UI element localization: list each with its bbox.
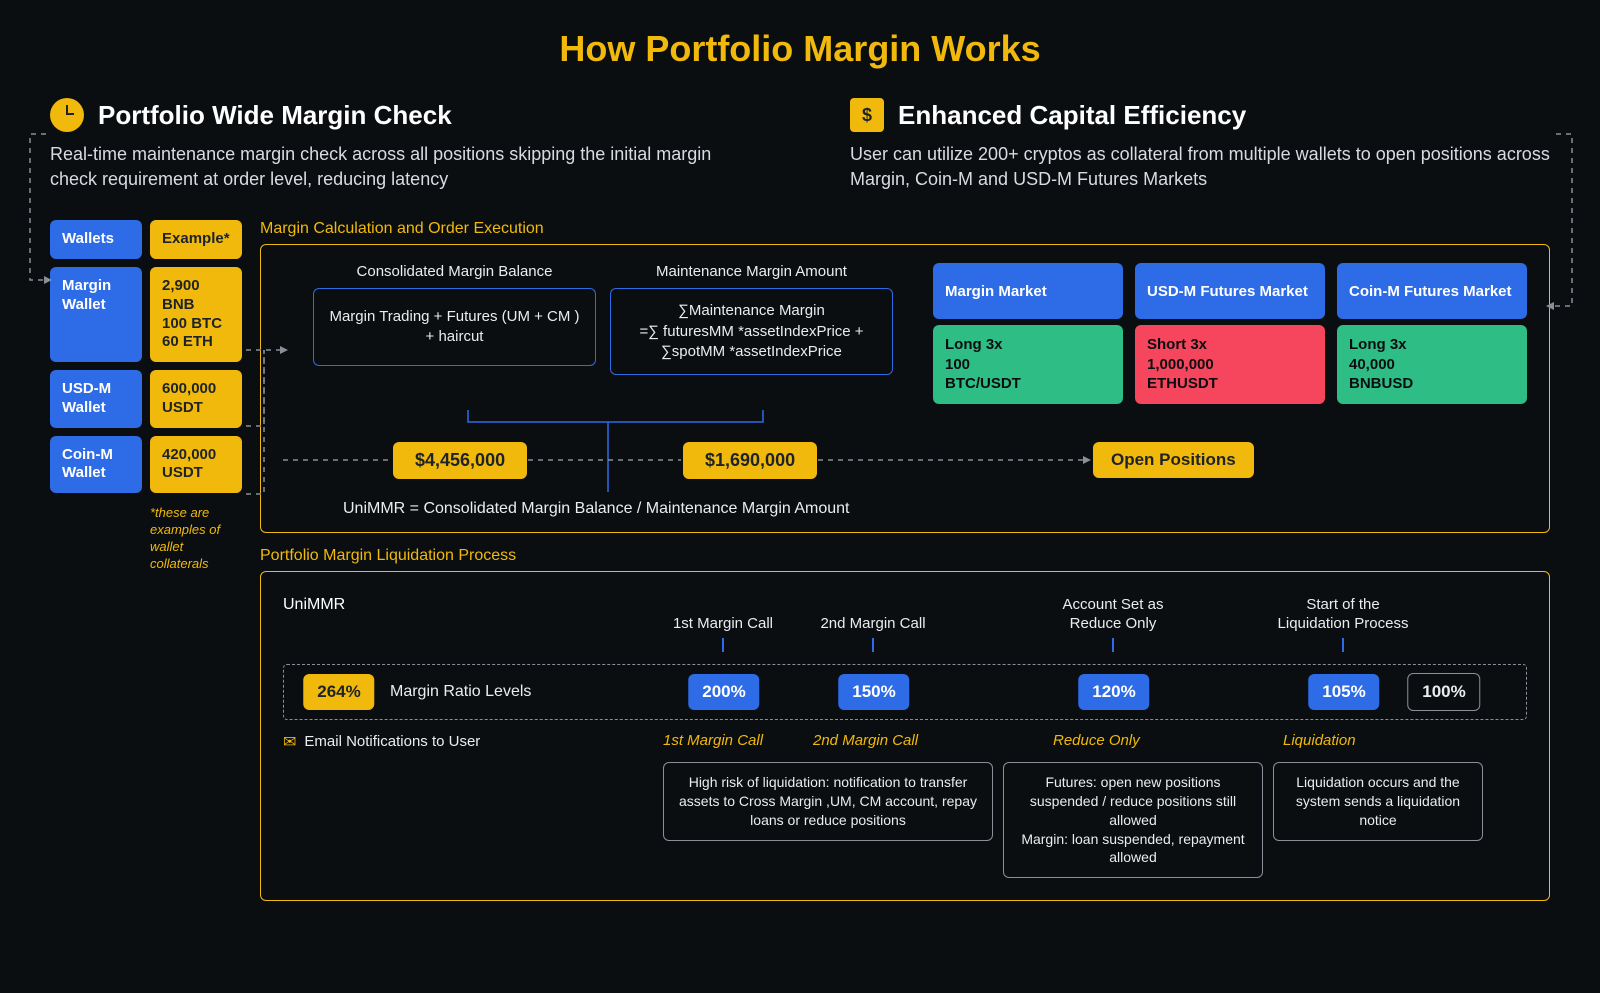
intro-row: Portfolio Wide Margin Check Real-time ma… <box>50 98 1550 192</box>
ratio-box: Margin Ratio Levels 264% 200% 150% 120% 105%… <box>283 664 1527 720</box>
annot-2: 2nd Margin Call <box>813 732 918 749</box>
liq-stages: UniMMR 1st Margin Call2nd Margin Call Acc… <box>283 592 1527 652</box>
ratio-pill-5: 100% <box>1407 673 1480 711</box>
annot-3: Reduce Only <box>1053 732 1140 749</box>
wallet-usdm: USD-M Wallet <box>50 370 142 428</box>
wallet-margin-example: 2,900 BNB 100 BTC 60 ETH <box>150 267 242 362</box>
market-1-position: Short 3x 1,000,000 ETHUSDT <box>1135 325 1325 404</box>
market-2-name: Coin-M Futures Market <box>1337 263 1527 319</box>
markets-row: Margin Market Long 3x 100 BTC/USDTUSD-M F… <box>933 263 1527 404</box>
desc-row: High risk of liquidation: notification t… <box>283 762 1527 882</box>
wallet-coinm: Coin-M Wallet <box>50 436 142 494</box>
wallet-coinm-example: 420,000 USDT <box>150 436 242 494</box>
liq-panel: UniMMR 1st Margin Call2nd Margin CallAcc… <box>260 571 1550 901</box>
ratio-label: Margin Ratio Levels <box>390 683 531 701</box>
market-1-name: USD-M Futures Market <box>1135 263 1325 319</box>
consolidated-value: $4,456,000 <box>393 442 527 479</box>
unimmr-formula: UniMMR = Consolidated Margin Balance / M… <box>343 500 1527 518</box>
intro-right-heading: Enhanced Capital Efficiency <box>898 100 1246 131</box>
ratio-pill-2: 150% <box>838 674 909 710</box>
page-title: How Portfolio Margin Works <box>50 28 1550 70</box>
maintenance-title: Maintenance Margin Amount <box>610 263 893 280</box>
calc-panel: Consolidated Margin Balance Margin Tradi… <box>260 244 1550 533</box>
desc-box-1: Futures: open new positions suspended / … <box>1003 762 1263 878</box>
liq-section-label: Portfolio Margin Liquidation Process <box>260 547 1550 565</box>
intro-right-desc: User can utilize 200+ cryptos as collate… <box>850 142 1550 192</box>
calc-section-label: Margin Calculation and Order Execution <box>260 220 1550 238</box>
dollar-icon: $ <box>850 98 884 132</box>
ratio-pill-4: 105% <box>1308 674 1379 710</box>
clock-icon <box>50 98 84 132</box>
intro-right: $ Enhanced Capital Efficiency User can u… <box>850 98 1550 192</box>
wallets-column: Wallets Example* Margin Wallet 2,900 BNB… <box>50 220 242 572</box>
intro-left-heading: Portfolio Wide Margin Check <box>98 100 452 131</box>
market-0-name: Margin Market <box>933 263 1123 319</box>
intro-left-desc: Real-time maintenance margin check acros… <box>50 142 750 192</box>
annot-4: Liquidation <box>1283 732 1356 749</box>
desc-box-2: Liquidation occurs and the system sends … <box>1273 762 1483 841</box>
stage-2-name: 2nd Margin Call <box>798 615 948 652</box>
market-0-position: Long 3x 100 BTC/USDT <box>933 325 1123 404</box>
wallet-margin: Margin Wallet <box>50 267 142 362</box>
maintenance-value: $1,690,000 <box>683 442 817 479</box>
stage-3-name: Account Set as Reduce Only <box>1038 596 1188 652</box>
maintenance-body: ∑Maintenance Margin =∑ futuresMM *assetI… <box>610 288 893 375</box>
envelope-icon: ✉ <box>283 732 296 752</box>
example-header: Example* <box>150 220 242 259</box>
market-2-position: Long 3x 40,000 BNBUSD <box>1337 325 1527 404</box>
ratio-pill-1: 200% <box>688 674 759 710</box>
consolidated-body: Margin Trading + Futures (UM + CM ) + ha… <box>313 288 596 366</box>
consolidated-title: Consolidated Margin Balance <box>313 263 596 280</box>
email-note: Email Notifications to User <box>304 733 480 750</box>
ratio-pill-3: 120% <box>1078 674 1149 710</box>
wallets-header: Wallets <box>50 220 142 259</box>
stage-4-name: Start of the Liquidation Process <box>1268 596 1418 652</box>
ratio-pill-0: 264% <box>303 674 374 710</box>
open-positions-pill: Open Positions <box>1093 442 1254 478</box>
wallet-usdm-example: 600,000 USDT <box>150 370 242 428</box>
annot-1: 1st Margin Call <box>663 732 763 749</box>
stage-1-name: 1st Margin Call <box>648 615 798 652</box>
unimmr-label: UniMMR <box>283 592 345 614</box>
intro-left: Portfolio Wide Margin Check Real-time ma… <box>50 98 750 192</box>
wallets-footnote: *these are examples of wallet collateral… <box>150 505 240 573</box>
desc-box-0: High risk of liquidation: notification t… <box>663 762 993 841</box>
